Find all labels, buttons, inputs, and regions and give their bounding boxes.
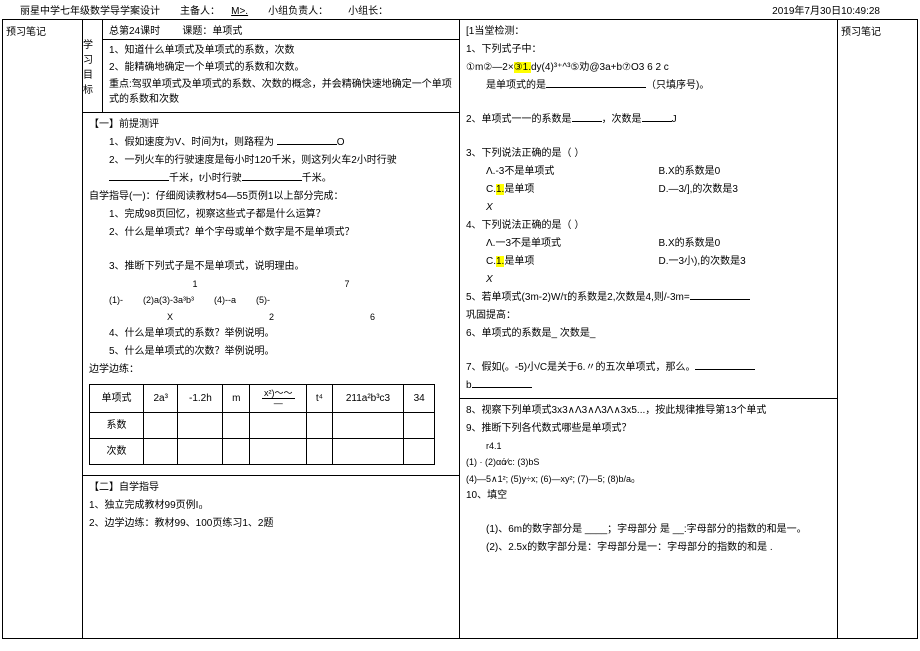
timestamp: 2019年7月30日10:49:28	[772, 2, 880, 17]
lesson-header-row: 学习目标 总第24课时 课题：单项式 1、知道什么单项式及单项式的系数，次数 2…	[83, 20, 459, 113]
goals-content: 1、知道什么单项式及单项式的系数，次数 2、能精确地确定一个单项式的系数和次数。…	[103, 40, 459, 112]
self-study-section: 【二】自学指导 1、独立完成教材99页例I₀ 2、边学边练：教材99、100页练…	[83, 475, 459, 538]
notes-column-right: 预习笔记	[837, 20, 917, 638]
pretest-section: 【一】前提测评 1、假如速度为V、时间为t，则路程为 O 2、一列火车的行驶速度…	[83, 113, 459, 475]
group-head: 小组长：	[348, 2, 388, 17]
host-label: 主备人： M>.	[180, 2, 248, 17]
group-leader: 小组负责人：	[268, 2, 328, 17]
table-row: 单项式 2a³ -1.2h m x²)〜〜— t⁴ 211a²b³c3 34	[90, 385, 435, 413]
table-row: 系数	[90, 413, 435, 439]
worksheet-main: 预习笔记 学习目标 总第24课时 课题：单项式 1、知道什么单项式及单项式的系数…	[2, 19, 918, 639]
school-name: 丽星中学七年级数学导学案设计	[20, 2, 160, 17]
page-header: 丽星中学七年级数学导学案设计 主备人： M>. 小组负责人： 小组长： 2019…	[0, 0, 920, 19]
goal-label: 学习目标	[83, 20, 103, 112]
right-panel: [1当堂检测： 1、下列式子中： ①m②—2×③1.dy(4)³⁺^³⑤劝@3a…	[460, 20, 837, 638]
notes-column-left: 预习笔记	[3, 20, 83, 638]
left-panel: 学习目标 总第24课时 课题：单项式 1、知道什么单项式及单项式的系数，次数 2…	[83, 20, 460, 638]
lesson-info: 总第24课时 课题：单项式	[103, 20, 459, 40]
monomial-table: 单项式 2a³ -1.2h m x²)〜〜— t⁴ 211a²b³c3 34 系…	[89, 384, 435, 465]
table-row: 次数	[90, 439, 435, 465]
